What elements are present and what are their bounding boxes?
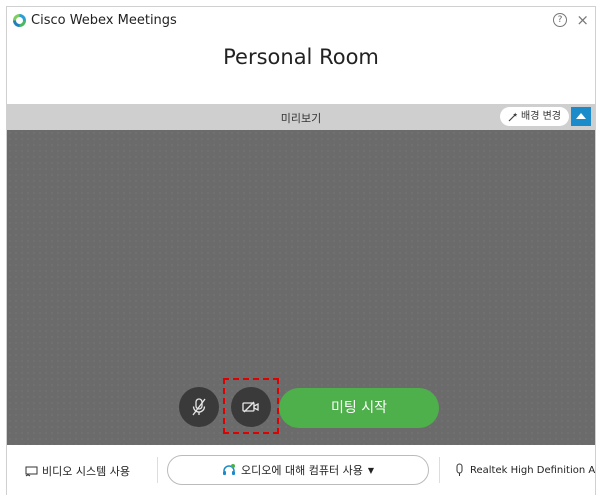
start-meeting-button[interactable]: 미팅 시작: [279, 388, 439, 428]
video-system-label: 비디오 시스템 사용: [42, 465, 130, 478]
bottom-bar: 비디오 시스템 사용 오디오에 대해 컴퓨터 사용 ▼ Realtek High…: [7, 445, 596, 495]
title-bar: Cisco Webex Meetings ? ×: [7, 7, 595, 35]
headset-icon: [223, 464, 236, 475]
video-system-icon: [25, 466, 38, 476]
background-change-label: 배경 변경: [521, 111, 561, 122]
divider: [439, 457, 440, 483]
background-change-button[interactable]: 배경 변경: [500, 107, 569, 126]
webex-logo-icon: [13, 14, 26, 27]
microphone-muted-icon: [192, 398, 206, 416]
room-title: Personal Room: [223, 45, 379, 69]
microphone-device-label: Realtek High Definition A...: [470, 464, 596, 476]
app-title: Cisco Webex Meetings: [31, 13, 177, 28]
divider: [157, 457, 158, 483]
video-system-button[interactable]: 비디오 시스템 사용: [25, 463, 130, 479]
magic-wand-icon: [508, 111, 518, 121]
collapse-preview-button[interactable]: [571, 107, 591, 126]
audio-option-dropdown[interactable]: 오디오에 대해 컴퓨터 사용 ▼: [167, 455, 429, 485]
chevron-down-icon: ▼: [367, 465, 374, 475]
microphone-icon: [456, 463, 463, 476]
camera-off-icon: [242, 401, 259, 413]
mute-button[interactable]: [179, 387, 219, 427]
microphone-device-selector[interactable]: Realtek High Definition A...: [455, 463, 596, 477]
audio-label: 오디오에 대해 컴퓨터 사용: [241, 464, 363, 477]
help-button[interactable]: ?: [553, 13, 567, 27]
camera-toggle-button[interactable]: [231, 387, 271, 427]
webex-window: Cisco Webex Meetings ? × Personal Room 미…: [6, 6, 596, 495]
video-preview: 미팅 시작: [7, 130, 595, 445]
close-button[interactable]: ×: [576, 11, 589, 29]
preview-bar: 미리보기 배경 변경: [7, 104, 595, 130]
